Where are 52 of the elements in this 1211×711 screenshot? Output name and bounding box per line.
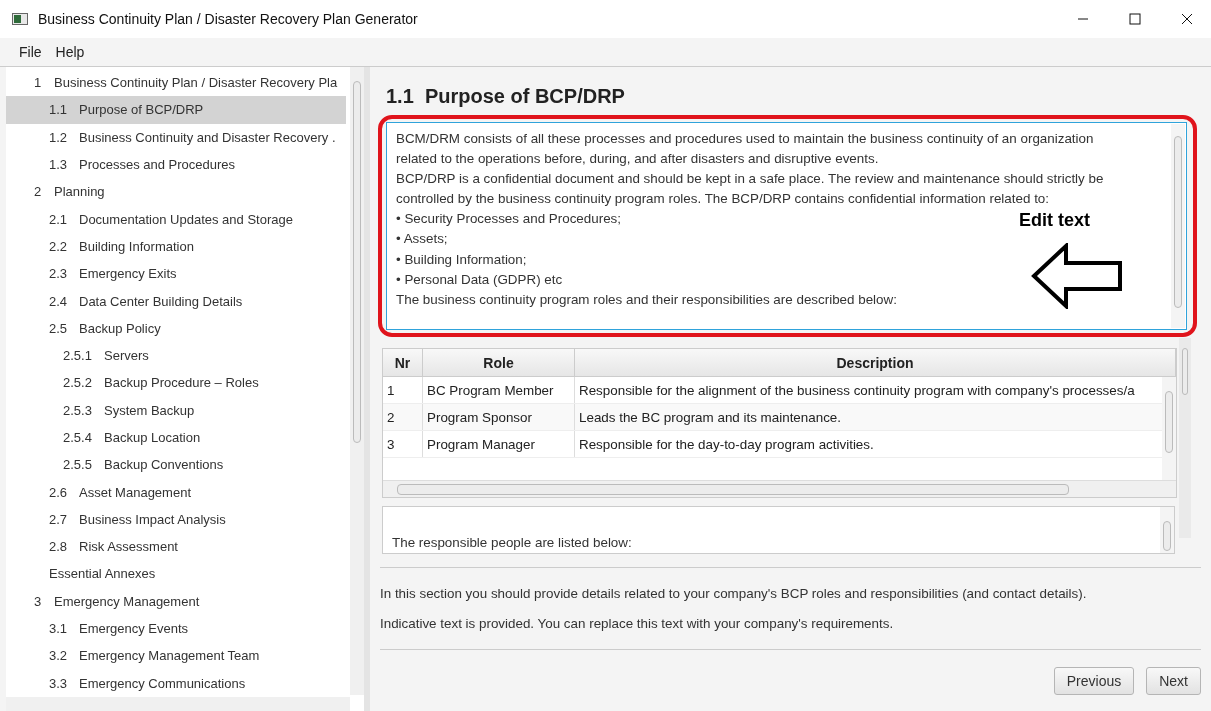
table-cell: Program Sponsor (423, 404, 575, 430)
left-arrow-icon (1031, 243, 1123, 309)
menu-item[interactable]: File (19, 44, 42, 60)
table-cell: Program Manager (423, 431, 575, 457)
tree-item[interactable]: 2.5.5 Backup Conventions (6, 451, 346, 479)
tree-item[interactable]: Essential Annexes (6, 560, 346, 588)
tree-item[interactable]: 2.5.1 Servers (6, 341, 346, 370)
tree-item[interactable]: 1.3 Processes and Procedures (6, 150, 346, 179)
tree-item[interactable]: 1.1 Purpose of BCP/DRP (6, 96, 346, 124)
tree-item[interactable]: 2.2 Building Information (6, 232, 346, 261)
tree-item[interactable]: 3.1 Emergency Events (6, 614, 346, 643)
tree-item[interactable]: 2.4 Data Center Building Details (6, 287, 346, 315)
tree-item[interactable]: 2.1 Documentation Updates and Storage (6, 205, 346, 233)
tree-item[interactable]: 2.5.4 Backup Location (6, 423, 346, 452)
tree-item[interactable]: 2.6 Asset Management (6, 478, 346, 506)
window-title: Business Continuity Plan / Disaster Recovery Plan Generator (38, 11, 418, 27)
tree-item[interactable]: 3.3 Emergency Communications (6, 669, 346, 697)
tree-item[interactable]: 2.5.3 System Backup (6, 396, 346, 424)
scrollbar[interactable] (1171, 124, 1185, 328)
scrollbar[interactable] (1160, 507, 1174, 553)
tree-item[interactable]: 3 Emergency Management (6, 587, 346, 615)
tree-item[interactable]: 2.3 Emergency Exits (6, 260, 346, 288)
column-header[interactable]: Role (423, 349, 575, 376)
tree-item[interactable]: 2 Planning (6, 178, 346, 206)
text-editor[interactable]: The responsible people are listed below: (382, 506, 1175, 554)
tree-item[interactable]: 2.5.2 Backup Procedure – Roles (6, 369, 346, 397)
app-icon (12, 13, 28, 25)
menu-item[interactable]: Help (55, 44, 85, 60)
tree-item[interactable]: 1 Business Continuity Plan / Disaster Recovery Pla (6, 69, 346, 97)
tree-item[interactable]: 2.5 Backup Policy (6, 314, 346, 342)
scrollbar[interactable] (350, 67, 364, 695)
tree-item[interactable]: 1.2 Business Continuity and Disaster Recovery . (6, 123, 346, 151)
table-cell: 1 (383, 377, 423, 403)
column-header[interactable]: Nr (383, 349, 423, 376)
tree-item[interactable]: 2.7 Business Impact Analysis (6, 505, 346, 534)
annotation-label: Edit text (1019, 210, 1090, 231)
scrollbar[interactable] (383, 480, 1176, 497)
scrollbar[interactable] (1179, 338, 1191, 538)
section-heading: 1.1 Purpose of BCP/DRP (386, 85, 626, 108)
nav-button[interactable]: Next (1146, 667, 1201, 695)
column-header[interactable]: Description (575, 349, 1176, 376)
help-text: Indicative text is provided. You can replace this text with your company's requirements. (380, 614, 895, 633)
tree-item[interactable]: 3.2 Emergency Management Team (6, 642, 346, 670)
scrollbar[interactable] (1162, 377, 1176, 480)
table-cell: BC Program Member (423, 377, 575, 403)
table-cell: 3 (383, 431, 423, 457)
table-cell: 2 (383, 404, 423, 430)
tree-item[interactable]: 2.8 Risk Assessment (6, 533, 346, 561)
close-icon[interactable] (1181, 13, 1193, 25)
maximize-icon[interactable] (1129, 13, 1141, 25)
help-text: In this section you should provide details related to your company's BCP roles and responsibilities (and contact details). (380, 585, 1088, 603)
nav-button[interactable]: Previous (1053, 667, 1135, 695)
